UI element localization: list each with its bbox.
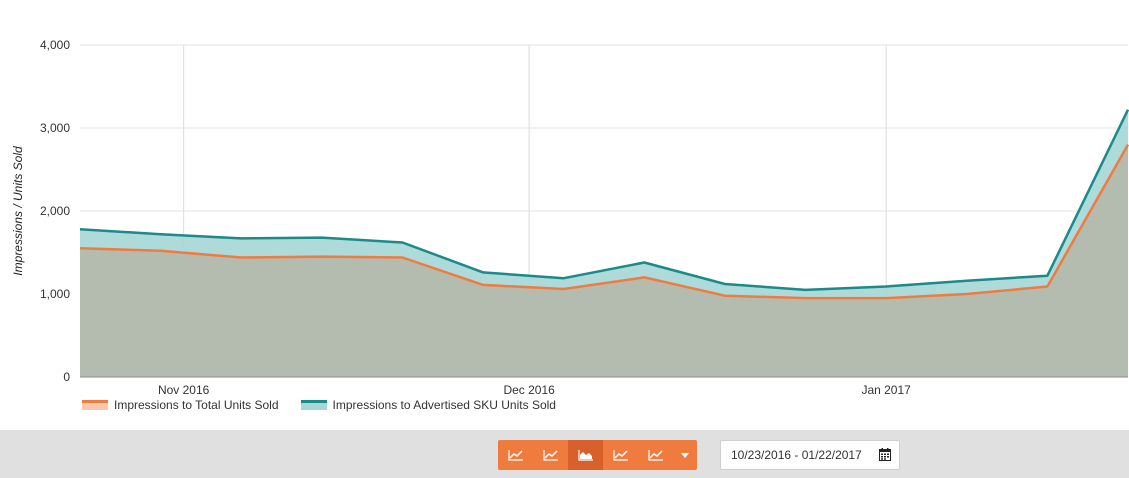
x-tick-label: Jan 2017 (861, 383, 911, 397)
line-chart-icon (647, 450, 663, 461)
line-chart-icon (542, 450, 558, 461)
chart-type-button-group (498, 440, 697, 470)
legend-label-advertised: Impressions to Advertised SKU Units Sold (332, 398, 556, 412)
impressions-chart: 0 1,000 2,000 3,000 4,000 Nov 2016 Dec 2016 Jan… (11, 38, 1129, 397)
legend-item-advertised-units[interactable]: Impressions to Advertised SKU Units Sold (300, 398, 556, 412)
y-tick-label: 0 (63, 370, 70, 384)
line-chart-icon (507, 450, 523, 461)
y-tick-label: 1,000 (40, 287, 70, 301)
chart-toolbar: 10/23/2016 - 01/22/2017 (0, 430, 1129, 478)
line-chart-icon (612, 450, 628, 461)
line-chart-button-2[interactable] (533, 440, 568, 470)
legend-item-total-units[interactable]: Impressions to Total Units Sold (82, 398, 279, 412)
x-tick-label: Dec 2016 (503, 383, 555, 397)
calendar-icon[interactable] (879, 448, 891, 461)
date-range-value: 10/23/2016 - 01/22/2017 (731, 448, 862, 462)
line-chart-button[interactable] (498, 440, 533, 470)
chart-legend: Impressions to Total Units Sold Impressi… (82, 398, 556, 412)
x-tick-label: Nov 2016 (158, 383, 210, 397)
area-chart-icon (577, 450, 593, 461)
area-chart-button[interactable] (568, 440, 603, 470)
series-area (80, 144, 1128, 377)
line-chart-button-4[interactable] (638, 440, 673, 470)
legend-swatch-advertised (300, 400, 327, 410)
y-tick-label: 4,000 (40, 38, 70, 52)
y-axis-label: Impressions / Units Sold (11, 146, 25, 276)
legend-label-total: Impressions to Total Units Sold (114, 398, 279, 412)
date-range-input[interactable]: 10/23/2016 - 01/22/2017 (720, 440, 900, 470)
caret-down-icon (681, 452, 689, 458)
y-tick-label: 3,000 (40, 121, 70, 135)
y-tick-label: 2,000 (40, 204, 70, 218)
chart-options-dropdown-button[interactable] (673, 440, 697, 470)
chart-area: 0 1,000 2,000 3,000 4,000 Nov 2016 Dec 2016 Jan… (0, 0, 1129, 428)
legend-swatch-total (82, 400, 108, 410)
line-chart-button-3[interactable] (603, 440, 638, 470)
